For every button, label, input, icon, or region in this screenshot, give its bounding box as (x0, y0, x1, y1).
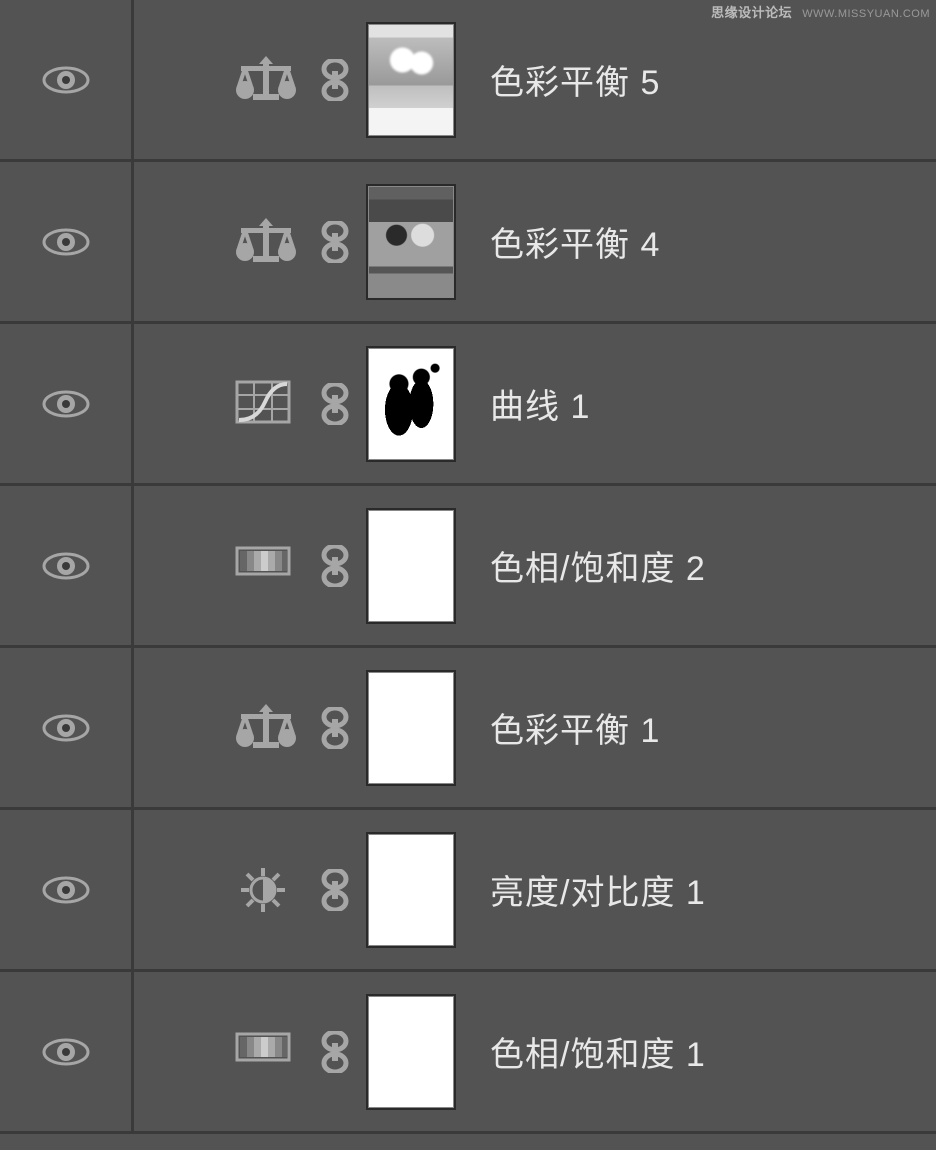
eye-icon (42, 876, 90, 904)
visibility-toggle[interactable] (0, 324, 134, 483)
layer-row[interactable]: 色彩平衡 1 (0, 648, 936, 810)
chain-link-icon (321, 59, 349, 101)
chain-link-icon (321, 383, 349, 425)
link-mask-icon[interactable] (316, 378, 354, 430)
layer-name-label[interactable]: 色彩平衡 1 (490, 703, 660, 752)
color-balance-icon (235, 56, 297, 104)
link-mask-icon[interactable] (316, 1026, 354, 1078)
adjustment-type-icon[interactable] (234, 540, 298, 592)
chain-link-icon (321, 869, 349, 911)
eye-icon (42, 552, 90, 580)
eye-icon (42, 228, 90, 256)
link-mask-icon[interactable] (316, 54, 354, 106)
watermark: 思缘设计论坛 WWW.MISSYUAN.COM (711, 2, 930, 21)
layer-content: 色相/饱和度 2 (134, 486, 936, 645)
watermark-cn: 思缘设计论坛 (711, 5, 792, 20)
layer-mask-thumbnail[interactable] (366, 994, 456, 1110)
adjustment-type-icon[interactable] (234, 378, 298, 430)
adjustment-type-icon[interactable] (234, 1026, 298, 1078)
layer-mask-thumbnail[interactable] (366, 670, 456, 786)
layer-name-label[interactable]: 色相/饱和度 1 (490, 1027, 706, 1076)
link-mask-icon[interactable] (316, 864, 354, 916)
chain-link-icon (321, 707, 349, 749)
visibility-toggle[interactable] (0, 0, 134, 159)
layer-content: 亮度/对比度 1 (134, 810, 936, 969)
layer-content: 色彩平衡 5 (134, 0, 936, 159)
layer-name-label[interactable]: 曲线 1 (490, 379, 590, 428)
layer-row[interactable]: 色彩平衡 5 (0, 0, 936, 162)
layer-mask-thumbnail[interactable] (366, 22, 456, 138)
eye-icon (42, 390, 90, 418)
color-balance-icon (235, 218, 297, 266)
visibility-toggle[interactable] (0, 486, 134, 645)
layer-content: 色彩平衡 4 (134, 162, 936, 321)
layers-panel: 色彩平衡 5 色彩平衡 4 曲线 1 (0, 0, 936, 1134)
layer-row[interactable]: 曲线 1 (0, 324, 936, 486)
eye-icon (42, 714, 90, 742)
adjustment-type-icon[interactable] (234, 702, 298, 754)
adjustment-type-icon[interactable] (234, 216, 298, 268)
link-mask-icon[interactable] (316, 540, 354, 592)
chain-link-icon (321, 1031, 349, 1073)
layer-mask-thumbnail[interactable] (366, 832, 456, 948)
layer-mask-thumbnail[interactable] (366, 508, 456, 624)
watermark-en: WWW.MISSYUAN.COM (802, 8, 930, 20)
layer-mask-thumbnail[interactable] (366, 346, 456, 462)
chain-link-icon (321, 221, 349, 263)
layer-row[interactable]: 色相/饱和度 1 (0, 972, 936, 1134)
layer-row[interactable]: 亮度/对比度 1 (0, 810, 936, 972)
layer-name-label[interactable]: 色彩平衡 5 (490, 55, 660, 104)
visibility-toggle[interactable] (0, 648, 134, 807)
layer-row[interactable]: 色彩平衡 4 (0, 162, 936, 324)
layer-content: 色彩平衡 1 (134, 648, 936, 807)
eye-icon (42, 66, 90, 94)
link-mask-icon[interactable] (316, 702, 354, 754)
layer-mask-thumbnail[interactable] (366, 184, 456, 300)
eye-icon (42, 1038, 90, 1066)
layer-content: 曲线 1 (134, 324, 936, 483)
visibility-toggle[interactable] (0, 162, 134, 321)
visibility-toggle[interactable] (0, 810, 134, 969)
color-balance-icon (235, 704, 297, 752)
visibility-toggle[interactable] (0, 972, 134, 1131)
curves-icon (235, 380, 297, 428)
brightness-contrast-icon (235, 866, 297, 914)
adjustment-type-icon[interactable] (234, 864, 298, 916)
hue-saturation-icon (235, 1028, 297, 1076)
layer-name-label[interactable]: 亮度/对比度 1 (490, 865, 706, 914)
layer-content: 色相/饱和度 1 (134, 972, 936, 1131)
layer-row[interactable]: 色相/饱和度 2 (0, 486, 936, 648)
adjustment-type-icon[interactable] (234, 54, 298, 106)
link-mask-icon[interactable] (316, 216, 354, 268)
layer-name-label[interactable]: 色相/饱和度 2 (490, 541, 706, 590)
chain-link-icon (321, 545, 349, 587)
hue-saturation-icon (235, 542, 297, 590)
layer-name-label[interactable]: 色彩平衡 4 (490, 217, 660, 266)
